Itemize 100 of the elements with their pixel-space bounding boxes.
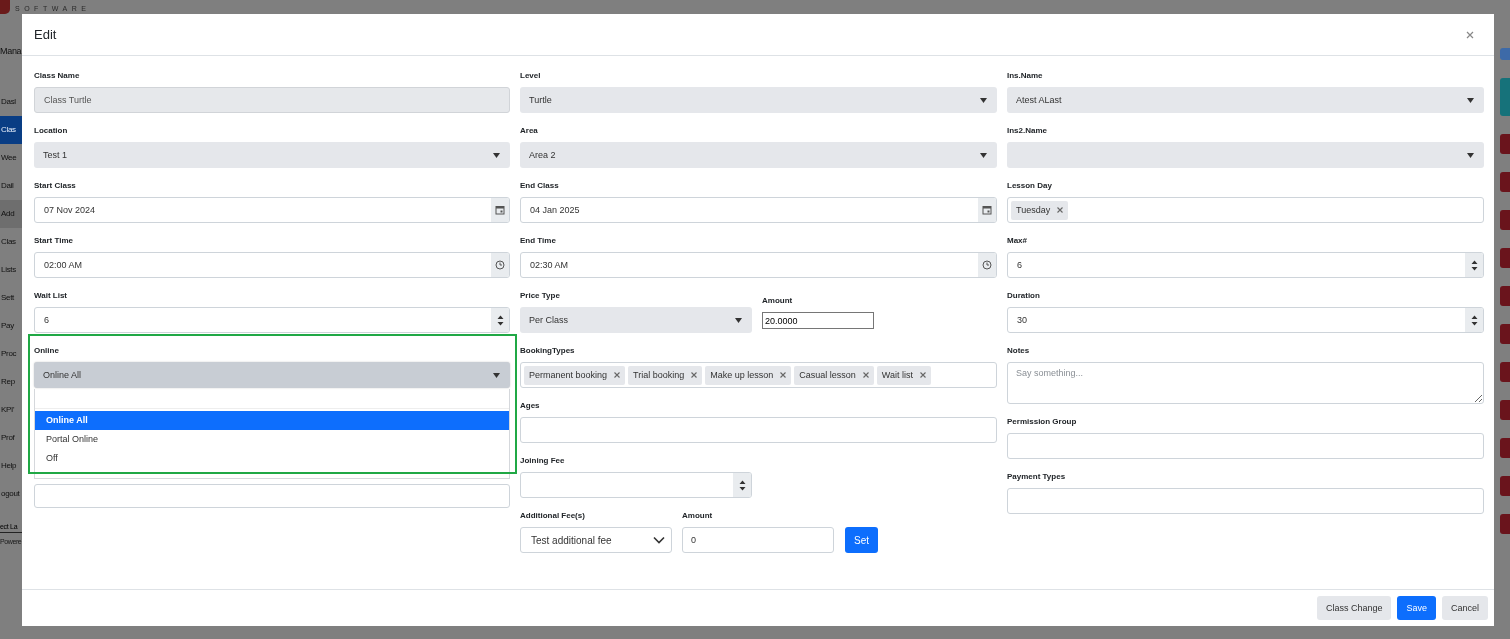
- select-field[interactable]: Test additional fee: [520, 527, 672, 553]
- select-field[interactable]: Online All: [34, 362, 510, 388]
- clock-icon[interactable]: [495, 260, 505, 270]
- sidebar-item[interactable]: Prof: [0, 424, 22, 452]
- field-label: Duration: [1007, 290, 1041, 301]
- row-button[interactable]: [1500, 210, 1510, 230]
- sidebar-item[interactable]: ogout: [0, 480, 22, 508]
- caret-icon: [493, 152, 500, 158]
- sidebar-item[interactable]: Clas: [0, 228, 22, 256]
- dropdown-option[interactable]: Online All: [35, 411, 509, 430]
- row-button[interactable]: [1500, 438, 1510, 458]
- field-label: Wait List: [34, 290, 69, 301]
- spinner-icon[interactable]: [1470, 313, 1478, 327]
- date-field[interactable]: 07 Nov 2024: [34, 197, 510, 223]
- field-label: Lesson Day: [1007, 180, 1053, 191]
- spinner-icon[interactable]: [496, 313, 504, 327]
- save-button[interactable]: Save: [1397, 596, 1436, 620]
- sidebar-item[interactable]: Sett: [0, 284, 22, 312]
- remove-icon[interactable]: [614, 372, 621, 378]
- text-field[interactable]: [1007, 488, 1484, 514]
- dropdown-option[interactable]: Off: [35, 449, 509, 468]
- number-field[interactable]: 30: [1007, 307, 1484, 333]
- row-button[interactable]: [1500, 514, 1510, 534]
- caret-icon: [980, 97, 987, 103]
- field-label: Location: [34, 125, 69, 136]
- row-button[interactable]: [1500, 324, 1510, 344]
- toolbar-button[interactable]: [1500, 78, 1510, 116]
- field-label: Area: [520, 125, 539, 136]
- number-field[interactable]: 6: [1007, 252, 1484, 278]
- sidebar-item[interactable]: KPI': [0, 396, 22, 424]
- sidebar-item[interactable]: Proc: [0, 340, 22, 368]
- close-icon[interactable]: [1466, 30, 1474, 39]
- row-button[interactable]: [1500, 134, 1510, 154]
- date-field[interactable]: 04 Jan 2025: [520, 197, 997, 223]
- select-field[interactable]: Per Class: [520, 307, 752, 333]
- field-label: Amount: [762, 295, 794, 306]
- calendar-icon[interactable]: [982, 205, 992, 215]
- tag-chip[interactable]: Tuesday: [1011, 200, 1069, 220]
- spinner-icon[interactable]: [738, 478, 746, 492]
- row-button[interactable]: [1500, 400, 1510, 420]
- sidebar-item[interactable]: Wee: [0, 144, 22, 172]
- time-field[interactable]: 02:30 AM: [520, 252, 997, 278]
- remove-icon[interactable]: [920, 372, 926, 378]
- tag-chip[interactable]: Make up lesson: [705, 365, 792, 385]
- sidebar-item[interactable]: Dail: [0, 172, 22, 200]
- sidebar-item[interactable]: Clas: [0, 116, 22, 144]
- field-label: Online: [34, 345, 60, 356]
- page-heading: Mana: [0, 46, 22, 58]
- field-label: Level: [520, 70, 542, 81]
- tag-field[interactable]: Tuesday: [1007, 197, 1484, 223]
- select-field[interactable]: Test 1: [34, 142, 510, 168]
- spinner-icon[interactable]: [1470, 258, 1478, 272]
- time-field[interactable]: 02:00 AM: [34, 252, 510, 278]
- clock-icon[interactable]: [982, 260, 992, 270]
- row-button[interactable]: [1500, 362, 1510, 382]
- tag-chip[interactable]: Casual lesson: [794, 365, 874, 385]
- field-label: Class Name: [34, 70, 81, 81]
- remove-icon[interactable]: [780, 372, 787, 378]
- row-button[interactable]: [1500, 476, 1510, 496]
- sidebar-item[interactable]: Add: [0, 200, 22, 228]
- caret-icon: [493, 372, 500, 378]
- text-field[interactable]: [520, 417, 997, 443]
- remove-icon[interactable]: [691, 372, 698, 378]
- dropdown-option[interactable]: Portal Online: [35, 430, 509, 449]
- set-button[interactable]: Set: [845, 527, 878, 553]
- sidebar-item[interactable]: Rep: [0, 368, 22, 396]
- select-field[interactable]: [1007, 142, 1484, 168]
- text-field[interactable]: [34, 484, 510, 508]
- tag-chip[interactable]: Wait list: [876, 365, 931, 385]
- tag-chip[interactable]: Permanent booking: [524, 365, 626, 385]
- field-label: Price Type: [520, 290, 561, 301]
- field-label: Ins2.Name: [1007, 125, 1049, 136]
- dialog-button[interactable]: Class Change: [1316, 596, 1392, 620]
- row-button[interactable]: [1500, 248, 1510, 268]
- select-field[interactable]: Atest ALast: [1007, 87, 1484, 113]
- field-label: Joining Fee: [520, 455, 566, 466]
- remove-icon[interactable]: [862, 372, 869, 378]
- tag-chip[interactable]: Trial booking: [628, 365, 703, 385]
- calendar-icon[interactable]: [495, 205, 505, 215]
- number-field[interactable]: 6: [34, 307, 510, 333]
- toolbar-button[interactable]: [1500, 48, 1510, 60]
- select-field[interactable]: Turtle: [520, 87, 997, 113]
- field-label: BookingTypes: [520, 345, 576, 356]
- tag-field[interactable]: Permanent booking Trial booking Make up lesson Casual lesson Wait list: [520, 362, 997, 388]
- remove-icon[interactable]: [1057, 207, 1064, 213]
- caret-icon: [1467, 97, 1474, 103]
- text-field[interactable]: 20.0000: [762, 312, 874, 329]
- row-button[interactable]: [1500, 172, 1510, 192]
- select-field[interactable]: Area 2: [520, 142, 997, 168]
- number-field[interactable]: [520, 472, 752, 498]
- row-button[interactable]: [1500, 286, 1510, 306]
- field-label: Ins.Name: [1007, 70, 1044, 81]
- text-field[interactable]: 0: [682, 527, 834, 553]
- sidebar-item[interactable]: Help: [0, 452, 22, 480]
- sidebar-item[interactable]: Lists: [0, 256, 22, 284]
- sidebar-item[interactable]: Pay: [0, 312, 22, 340]
- text-field[interactable]: [1007, 433, 1484, 459]
- dialog-button[interactable]: Cancel: [1442, 596, 1488, 620]
- sidebar-item[interactable]: Dasl: [0, 88, 22, 116]
- notes-field[interactable]: Say something...: [1007, 362, 1484, 404]
